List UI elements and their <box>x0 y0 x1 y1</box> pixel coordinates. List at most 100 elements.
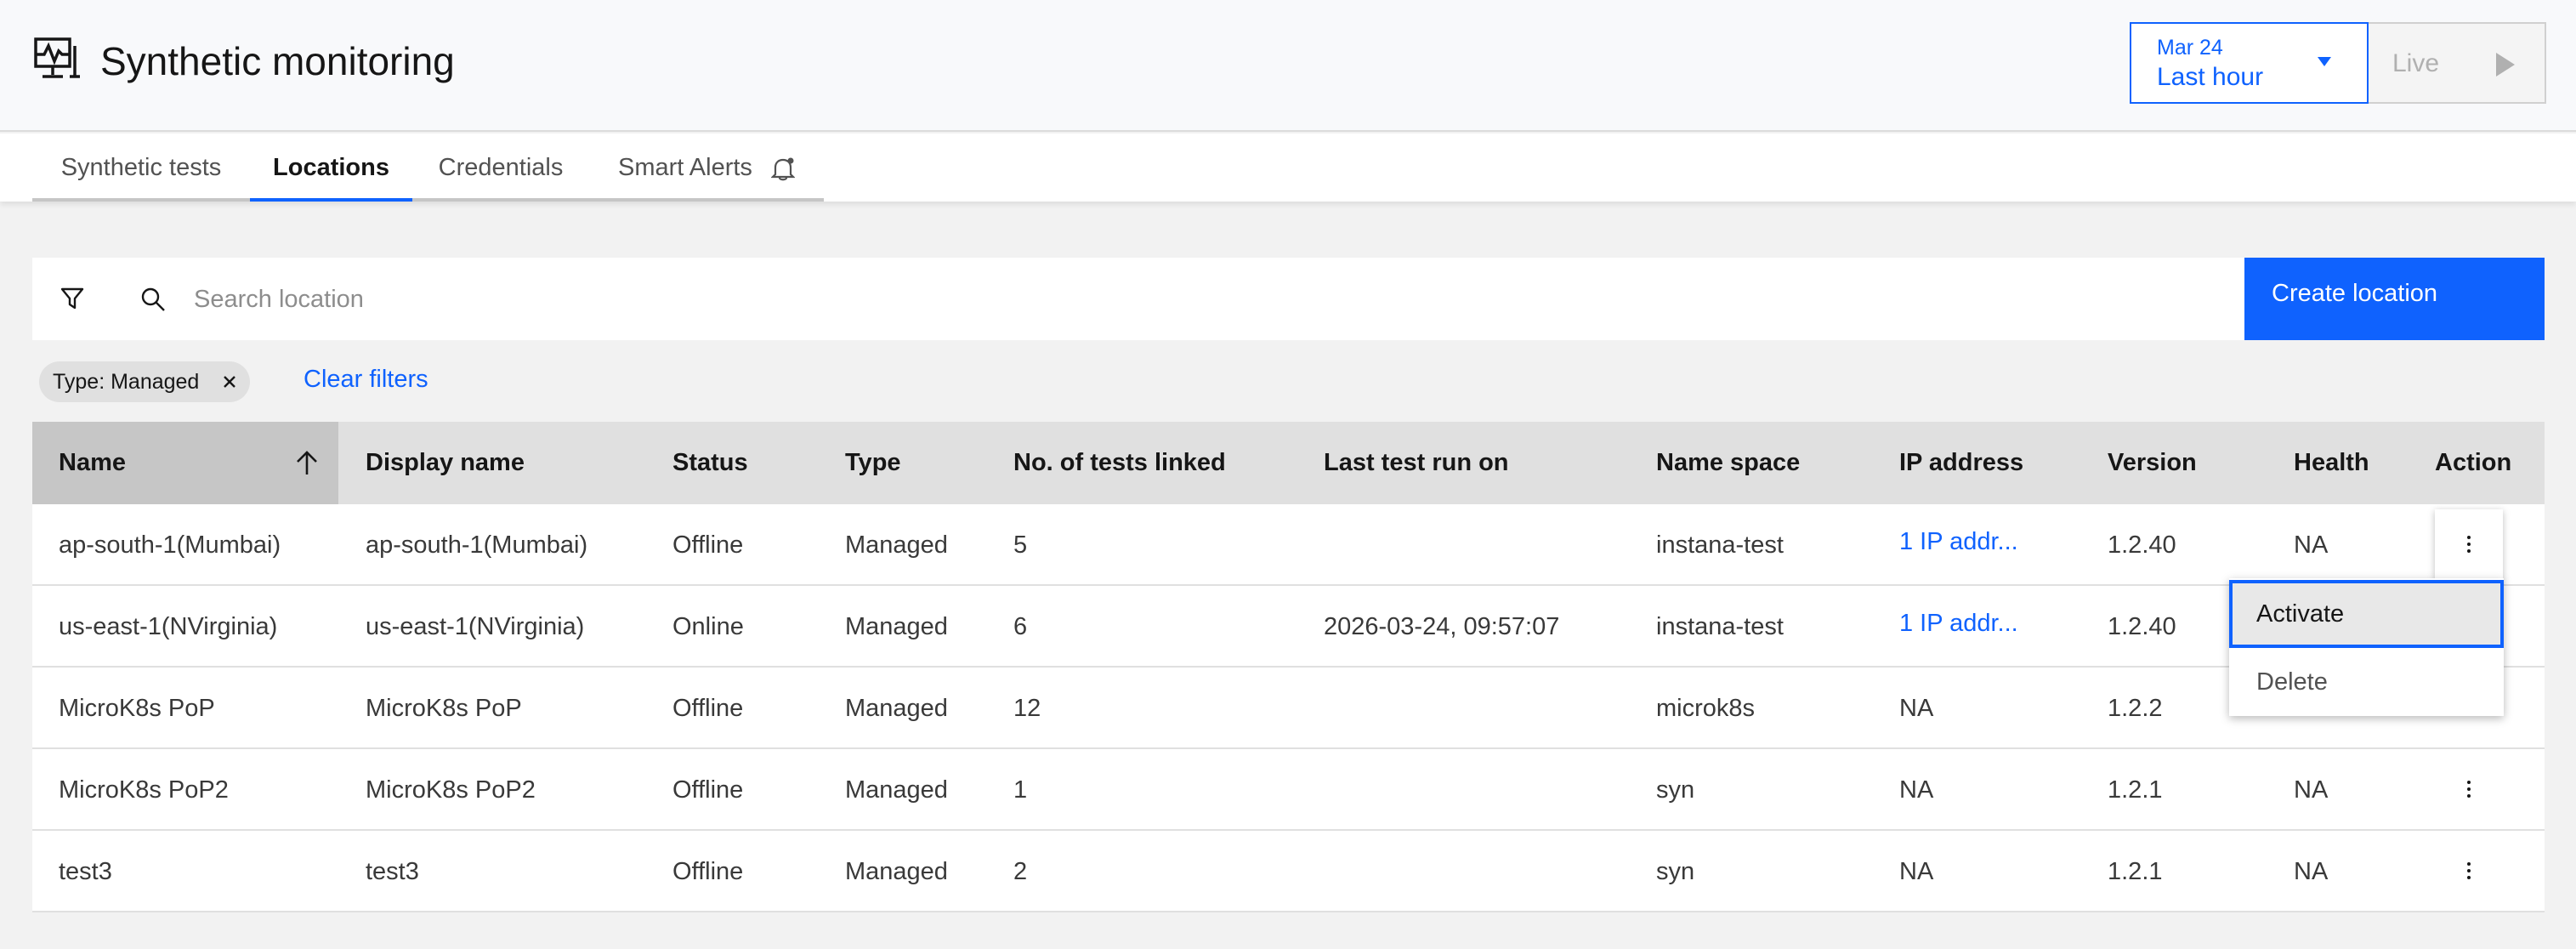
cell-ip-address: NA <box>1899 858 1934 885</box>
table-row[interactable]: test3 test3 Offline Managed 2 syn NA 1.2… <box>32 831 2545 912</box>
cell-type: Managed <box>845 695 948 722</box>
menu-item-activate[interactable]: Activate <box>2229 580 2504 648</box>
cell-display-name: MicroK8s PoP <box>366 695 522 722</box>
column-header-version[interactable]: Version <box>2108 422 2197 504</box>
live-button[interactable]: Live <box>2369 22 2546 104</box>
search-icon <box>141 287 165 311</box>
cell-type: Managed <box>845 776 948 804</box>
cell-name-space: instana-test <box>1656 531 1784 559</box>
filter-tag-label: Type: Managed <box>53 370 200 394</box>
date-label: Mar 24 <box>2157 36 2223 60</box>
row-overflow-button[interactable] <box>2435 831 2503 912</box>
filter-button[interactable] <box>32 258 114 340</box>
cell-type: Managed <box>845 531 948 559</box>
cell-name-space: syn <box>1656 776 1695 804</box>
notification-bell-icon <box>771 157 795 181</box>
cell-status: Offline <box>672 695 744 722</box>
table-header: Name Display name Status Type No. of tes… <box>32 422 2545 504</box>
time-range-picker[interactable]: Mar 24 Last hour <box>2130 22 2369 104</box>
column-header-status[interactable]: Status <box>672 422 748 504</box>
tab-smart-alerts[interactable]: Smart Alerts <box>589 134 824 202</box>
row-overflow-button[interactable] <box>2435 509 2503 581</box>
cell-status: Offline <box>672 776 744 804</box>
cell-name-space: instana-test <box>1656 613 1784 640</box>
cell-tests-linked: 1 <box>1013 776 1028 804</box>
cell-version: 1.2.1 <box>2108 776 2163 804</box>
table-row[interactable]: MicroK8s PoP2 MicroK8s PoP2 Offline Mana… <box>32 749 2545 831</box>
live-label: Live <box>2392 49 2440 77</box>
cell-type: Managed <box>845 613 948 640</box>
table-row[interactable]: MicroK8s PoP MicroK8s PoP Offline Manage… <box>32 668 2545 749</box>
cell-version: 1.2.40 <box>2108 531 2176 559</box>
tab-label: Synthetic tests <box>60 154 222 181</box>
table-toolbar: Create location <box>32 258 2545 340</box>
time-range-value: Last hour <box>2157 63 2264 91</box>
column-header-name-space[interactable]: Name space <box>1656 422 1800 504</box>
overflow-menu-vertical-icon <box>2466 862 2471 881</box>
page-title: Synthetic monitoring <box>100 39 455 83</box>
cell-status: Offline <box>672 858 744 885</box>
cell-display-name: MicroK8s PoP2 <box>366 776 536 804</box>
cell-last-test-run: 2026-03-24, 09:57:07 <box>1324 613 1560 640</box>
cell-status: Online <box>672 613 744 640</box>
cell-status: Offline <box>672 531 744 559</box>
cell-name-space: microk8s <box>1656 695 1756 722</box>
cell-name: MicroK8s PoP2 <box>59 776 229 804</box>
close-icon[interactable] <box>219 372 240 392</box>
column-header-name[interactable]: Name <box>32 422 338 504</box>
chevron-down-icon <box>2318 57 2331 66</box>
cell-tests-linked: 2 <box>1013 858 1028 885</box>
tab-locations[interactable]: Locations <box>250 134 412 202</box>
cell-ip-address-link[interactable]: 1 IP addr... <box>1899 586 2018 668</box>
cell-name-space: syn <box>1656 858 1695 885</box>
column-header-type[interactable]: Type <box>845 422 901 504</box>
column-header-ip-address[interactable]: IP address <box>1899 422 2023 504</box>
cell-tests-linked: 6 <box>1013 613 1028 640</box>
filter-icon <box>60 287 84 310</box>
cell-tests-linked: 5 <box>1013 531 1028 559</box>
filter-tag: Type: Managed <box>39 361 251 402</box>
cell-ip-address: NA <box>1899 776 1934 804</box>
cell-health: NA <box>2294 776 2329 804</box>
tab-credentials[interactable]: Credentials <box>412 134 589 202</box>
create-location-button[interactable]: Create location <box>2244 258 2545 340</box>
cell-version: 1.2.1 <box>2108 858 2163 885</box>
monitor-activity-icon <box>34 37 80 78</box>
overflow-menu-vertical-icon <box>2466 536 2471 554</box>
cell-name: test3 <box>59 858 112 885</box>
table-row[interactable]: ap-south-1(Mumbai) ap-south-1(Mumbai) Of… <box>32 504 2545 586</box>
column-header-action: Action <box>2435 449 2512 476</box>
column-header-label: Name <box>59 449 126 476</box>
locations-table: Name Display name Status Type No. of tes… <box>32 422 2545 912</box>
cell-ip-address-link[interactable]: 1 IP addr... <box>1899 504 2018 586</box>
cell-name: ap-south-1(Mumbai) <box>59 531 281 559</box>
tab-label: Smart Alerts <box>618 154 752 181</box>
tab-synthetic-tests[interactable]: Synthetic tests <box>32 134 250 202</box>
cell-display-name: test3 <box>366 858 419 885</box>
cell-display-name: us-east-1(NVirginia) <box>366 613 585 640</box>
menu-item-delete[interactable]: Delete <box>2229 648 2504 716</box>
column-header-health[interactable]: Health <box>2294 422 2369 504</box>
app-header: Synthetic monitoring Mar 24 Last hour Li… <box>0 0 2576 132</box>
cell-tests-linked: 12 <box>1013 695 1041 722</box>
cell-version: 1.2.40 <box>2108 613 2176 640</box>
cell-name: MicroK8s PoP <box>59 695 215 722</box>
search-input[interactable] <box>194 275 2149 324</box>
tab-bar: Synthetic tests Locations Credentials Sm… <box>0 134 2576 202</box>
cell-ip-address: NA <box>1899 695 1934 722</box>
cell-version: 1.2.2 <box>2108 695 2163 722</box>
column-header-display-name[interactable]: Display name <box>366 422 525 504</box>
clear-filters-link[interactable]: Clear filters <box>304 366 428 394</box>
arrow-up-icon <box>297 451 317 474</box>
row-overflow-button[interactable] <box>2435 749 2503 831</box>
cell-health: NA <box>2294 858 2329 885</box>
play-icon <box>2496 53 2515 77</box>
tab-label: Credentials <box>438 154 564 181</box>
cell-health: NA <box>2294 531 2329 559</box>
row-action-menu: Activate Delete <box>2229 578 2504 716</box>
table-row[interactable]: us-east-1(NVirginia) us-east-1(NVirginia… <box>32 586 2545 668</box>
cell-name: us-east-1(NVirginia) <box>59 613 278 640</box>
column-header-tests-linked[interactable]: No. of tests linked <box>1013 422 1226 504</box>
cell-display-name: ap-south-1(Mumbai) <box>366 531 588 559</box>
column-header-last-test-run[interactable]: Last test run on <box>1324 422 1509 504</box>
